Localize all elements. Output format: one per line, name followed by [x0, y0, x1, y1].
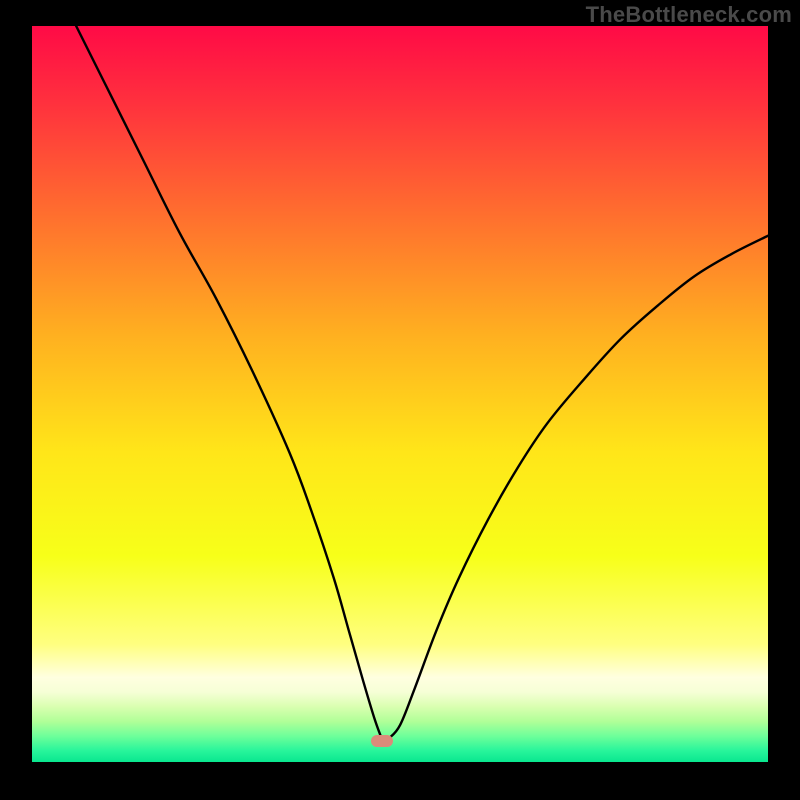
- bottleneck-curve: [32, 26, 768, 762]
- plot-area: [32, 26, 768, 762]
- minimum-marker: [371, 735, 393, 747]
- watermark-text: TheBottleneck.com: [586, 2, 792, 28]
- chart-frame: TheBottleneck.com: [0, 0, 800, 800]
